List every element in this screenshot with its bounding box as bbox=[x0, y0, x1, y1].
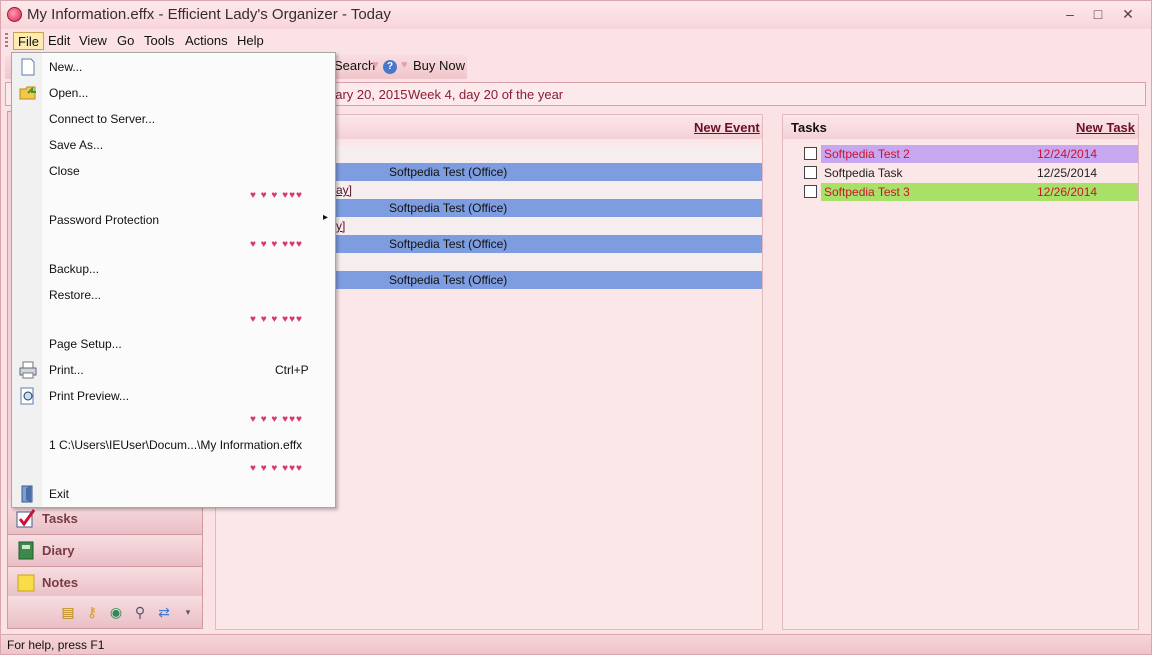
menu-item-open[interactable]: Open... bbox=[49, 86, 88, 100]
nav-tasks-label: Tasks bbox=[42, 511, 78, 526]
menu-separator-hearts: ♥ ♥ ♥ ♥♥♥ bbox=[250, 314, 303, 325]
menu-item-connect-server[interactable]: Connect to Server... bbox=[49, 112, 155, 126]
notes-icon bbox=[17, 574, 35, 592]
magnifier-icon[interactable]: ⚲ bbox=[132, 604, 148, 620]
clipboard-icon[interactable]: ▤ bbox=[60, 604, 76, 620]
checkmark-icon bbox=[16, 509, 36, 528]
nav-footer-toolbar: ▤ ⚷ ◉ ⚲ ⇄ ▾ bbox=[8, 596, 202, 628]
task-name: Softpedia Test 3 bbox=[824, 185, 910, 199]
task-date: 12/25/2014 bbox=[1037, 166, 1098, 180]
tasks-title: Tasks bbox=[791, 120, 827, 135]
menu-separator-hearts: ♥ ♥ ♥ ♥♥♥ bbox=[250, 463, 303, 474]
menu-separator-hearts: ♥ ♥ ♥ ♥♥♥ bbox=[250, 414, 303, 425]
menu-item-label: Password Protection bbox=[49, 213, 160, 227]
week-text: Week 4, day 20 of the year bbox=[408, 87, 564, 102]
tasks-panel: Tasks New Task Softpedia Test 2 12/24/20… bbox=[782, 114, 1139, 630]
print-preview-icon bbox=[20, 387, 34, 405]
file-menu-dropdown: New... Open... Connect to Server... Save… bbox=[11, 52, 336, 508]
window-title: My Information.effx - Efficient Lady's O… bbox=[27, 6, 391, 23]
event-date-fragment[interactable]: ay] bbox=[336, 183, 352, 197]
chevron-down-icon[interactable]: ▾ bbox=[180, 604, 196, 620]
event-date-fragment[interactable]: y] bbox=[336, 219, 345, 233]
task-row[interactable]: Softpedia Test 2 12/24/2014 bbox=[821, 145, 1138, 163]
menu-edit[interactable]: Edit bbox=[44, 32, 74, 50]
task-row[interactable]: Softpedia Task 12/25/2014 bbox=[821, 164, 1138, 182]
heart-separator-icon: ♥ bbox=[372, 59, 379, 71]
menu-item-password-protection[interactable]: Password Protection ▸ bbox=[49, 212, 328, 227]
event-title: Softpedia Test (Office) bbox=[389, 273, 508, 287]
diary-icon bbox=[18, 541, 34, 560]
menu-item-print[interactable]: Print... Ctrl+P bbox=[49, 363, 309, 377]
menu-separator-hearts: ♥ ♥ ♥ ♥♥♥ bbox=[250, 239, 303, 250]
printer-icon bbox=[19, 361, 37, 379]
menu-file[interactable]: File bbox=[13, 32, 44, 50]
menu-item-recent-file[interactable]: 1 C:\Users\IEUser\Docum...\My Informatio… bbox=[49, 438, 302, 452]
menu-item-save-as[interactable]: Save As... bbox=[49, 138, 103, 152]
task-name: Softpedia Test 2 bbox=[824, 147, 910, 161]
status-text: For help, press F1 bbox=[7, 638, 105, 652]
menu-item-print-preview[interactable]: Print Preview... bbox=[49, 389, 129, 403]
new-task-link[interactable]: New Task bbox=[1076, 120, 1135, 135]
menu-item-new[interactable]: New... bbox=[49, 60, 82, 74]
menu-item-label: Print... bbox=[49, 363, 84, 377]
task-checkbox[interactable] bbox=[804, 147, 817, 160]
menu-view[interactable]: View bbox=[75, 32, 111, 50]
task-date: 12/26/2014 bbox=[1037, 185, 1098, 199]
nav-notes-label: Notes bbox=[42, 575, 79, 590]
task-name: Softpedia Task bbox=[824, 166, 903, 180]
app-logo-icon[interactable] bbox=[7, 7, 22, 22]
sync-icon[interactable]: ⇄ bbox=[156, 604, 172, 620]
submenu-arrow-icon: ▸ bbox=[323, 212, 329, 223]
menu-bar: File Edit View Go Tools Actions Help bbox=[1, 30, 1151, 52]
title-bar: My Information.effx - Efficient Lady's O… bbox=[1, 1, 1151, 29]
open-folder-icon bbox=[19, 86, 36, 100]
menu-item-exit[interactable]: Exit bbox=[49, 487, 69, 501]
nav-diary-label: Diary bbox=[42, 543, 75, 558]
status-bar: For help, press F1 bbox=[1, 634, 1151, 654]
menu-help[interactable]: Help bbox=[233, 32, 268, 50]
key-icon[interactable]: ⚷ bbox=[84, 604, 100, 620]
nav-diary[interactable]: Diary bbox=[8, 535, 202, 567]
app-window: My Information.effx - Efficient Lady's O… bbox=[0, 0, 1152, 655]
menu-item-close[interactable]: Close bbox=[49, 164, 80, 178]
menu-icon-gutter bbox=[12, 53, 42, 507]
search-button[interactable]: Search bbox=[334, 58, 375, 73]
new-event-link[interactable]: New Event bbox=[694, 120, 760, 135]
menu-item-backup[interactable]: Backup... bbox=[49, 262, 99, 276]
minimize-button[interactable]: – bbox=[1057, 4, 1083, 24]
menubar-grip[interactable] bbox=[5, 33, 8, 49]
buy-now-button[interactable]: Buy Now bbox=[413, 58, 465, 73]
menu-tools[interactable]: Tools bbox=[140, 32, 178, 50]
globe-icon[interactable]: ◉ bbox=[108, 604, 124, 620]
help-icon[interactable]: ? bbox=[383, 60, 397, 74]
event-title: Softpedia Test (Office) bbox=[389, 237, 508, 251]
task-checkbox[interactable] bbox=[804, 185, 817, 198]
close-button[interactable]: ✕ bbox=[1115, 4, 1141, 24]
event-title: Softpedia Test (Office) bbox=[389, 165, 508, 179]
exit-door-icon bbox=[21, 485, 33, 503]
maximize-button[interactable]: □ bbox=[1085, 4, 1111, 24]
menu-item-restore[interactable]: Restore... bbox=[49, 288, 101, 302]
menu-go[interactable]: Go bbox=[113, 32, 138, 50]
nav-notes[interactable]: Notes bbox=[8, 567, 202, 599]
new-document-icon bbox=[21, 58, 35, 76]
print-shortcut: Ctrl+P bbox=[275, 363, 309, 377]
menu-actions[interactable]: Actions bbox=[181, 32, 232, 50]
menu-separator-hearts: ♥ ♥ ♥ ♥♥♥ bbox=[250, 190, 303, 201]
event-title: Softpedia Test (Office) bbox=[389, 201, 508, 215]
task-row[interactable]: Softpedia Test 3 12/26/2014 bbox=[821, 183, 1138, 201]
tasks-header: Tasks New Task bbox=[783, 115, 1138, 139]
menu-item-page-setup[interactable]: Page Setup... bbox=[49, 337, 122, 351]
task-date: 12/24/2014 bbox=[1037, 147, 1098, 161]
task-checkbox[interactable] bbox=[804, 166, 817, 179]
heart-separator-icon: ♥ bbox=[401, 59, 408, 71]
date-text: nary 20, 2015 bbox=[328, 87, 408, 102]
